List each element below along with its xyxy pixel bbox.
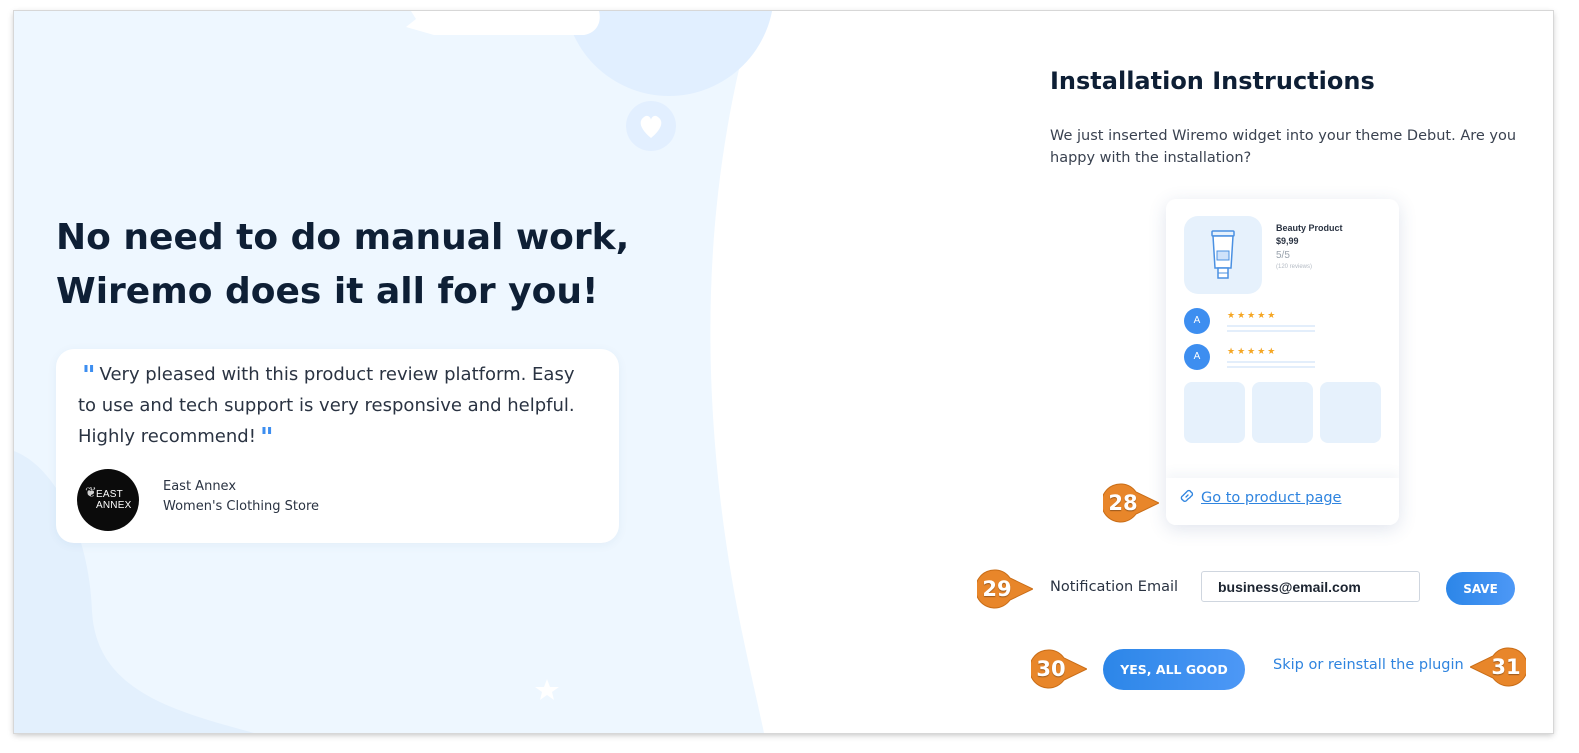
review-text-placeholder xyxy=(1227,361,1315,363)
card-footer: Go to product page xyxy=(1166,478,1399,525)
review-text-placeholder xyxy=(1227,330,1315,332)
reviewer-avatar: A xyxy=(1184,308,1210,334)
product-rating: 5/5 xyxy=(1276,250,1290,261)
callout-number: 30 xyxy=(1036,657,1066,681)
headline-line-2: Wiremo does it all for you! xyxy=(56,271,599,312)
link-icon xyxy=(1180,489,1194,506)
leaf-icon: ❦ xyxy=(85,484,97,500)
product-review-count: (120 reviews) xyxy=(1276,264,1313,270)
page-title: Installation Instructions xyxy=(1050,67,1375,95)
callout-number: 31 xyxy=(1491,655,1521,679)
testimonial-text: Very pleased with this product review pl… xyxy=(78,364,575,447)
author-name: East Annex xyxy=(163,479,237,494)
headline-line-1: No need to do manual work, xyxy=(56,217,630,258)
callout-number: 28 xyxy=(1108,491,1138,515)
notification-email-input[interactable] xyxy=(1201,571,1420,602)
callout-marker-29: 29 xyxy=(977,569,1033,609)
close-quote-icon: " xyxy=(259,423,274,453)
logo-line-1: EAST xyxy=(96,489,123,500)
onboarding-screen: No need to do manual work, Wiremo does i… xyxy=(14,11,1553,733)
logo-text: EAST ANNEX xyxy=(96,489,131,511)
testimonial-quote: " Very pleased with this product review p… xyxy=(78,359,598,452)
go-to-product-page-link[interactable]: Go to product page xyxy=(1201,490,1341,506)
review-stars: ★★★★★ xyxy=(1227,310,1278,320)
hero-headline: No need to do manual work, Wiremo does i… xyxy=(56,211,676,319)
callout-marker-28: 28 xyxy=(1103,483,1159,523)
logo-line-2: ANNEX xyxy=(96,500,132,511)
product-thumbnail xyxy=(1184,216,1262,294)
save-button[interactable]: SAVE xyxy=(1446,572,1515,605)
photo-tile xyxy=(1320,382,1381,443)
yes-all-good-button[interactable]: YES, ALL GOOD xyxy=(1103,649,1245,690)
photo-tile xyxy=(1252,382,1313,443)
author-logo: ❦ EAST ANNEX xyxy=(77,469,139,531)
product-price: $9,99 xyxy=(1276,236,1299,246)
reviewer-avatar: A xyxy=(1184,344,1210,370)
open-quote-icon: " xyxy=(82,361,96,391)
installation-description: We just inserted Wiremo widget into your… xyxy=(1050,128,1517,166)
callout-number: 29 xyxy=(982,577,1012,601)
widget-preview-card: Beauty Product $9,99 5/5 (120 reviews) A… xyxy=(1166,199,1399,525)
callout-marker-30: 30 xyxy=(1031,649,1087,689)
callout-marker-31: 31 xyxy=(1470,647,1526,687)
review-text-placeholder xyxy=(1227,366,1315,368)
review-text-placeholder xyxy=(1227,325,1315,327)
tube-icon xyxy=(1211,230,1235,279)
review-stars: ★★★★★ xyxy=(1227,346,1278,356)
testimonial-card: " Very pleased with this product review p… xyxy=(56,349,619,543)
product-name: Beauty Product xyxy=(1276,223,1343,233)
author-store: Women's Clothing Store xyxy=(163,499,319,514)
notification-email-label: Notification Email xyxy=(1050,579,1179,595)
skip-reinstall-link[interactable]: Skip or reinstall the plugin xyxy=(1273,657,1464,673)
photo-tile xyxy=(1184,382,1245,443)
